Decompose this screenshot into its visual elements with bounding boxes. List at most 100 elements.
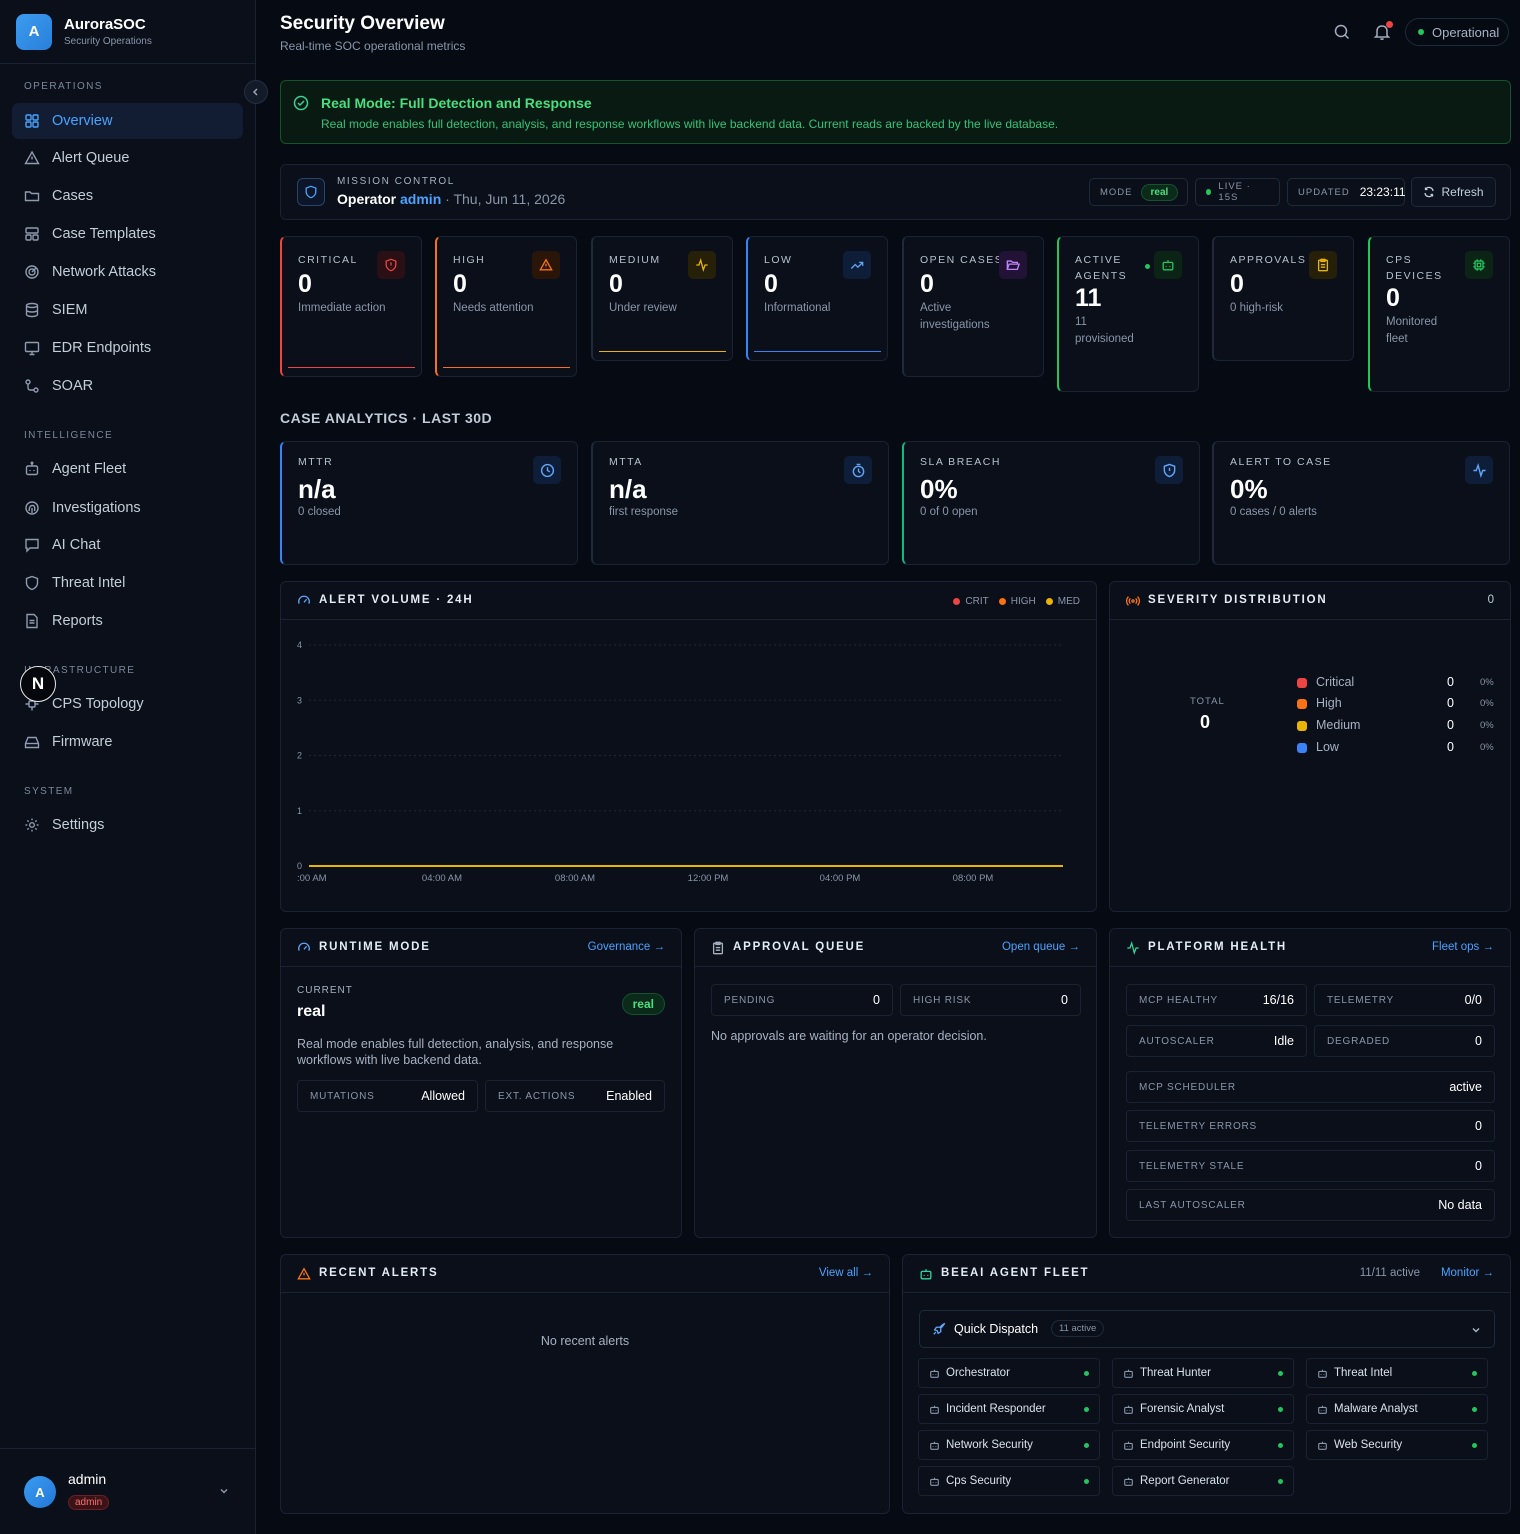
sidebar-item-ai-chat[interactable]: AI Chat <box>12 527 243 563</box>
mode-label: MODE <box>1100 186 1133 198</box>
analytics-value: 0% <box>920 474 958 504</box>
user-menu[interactable]: A admin admin <box>0 1448 256 1534</box>
severity-name: High <box>1316 696 1342 710</box>
agent-item-report-generator[interactable]: Report Generator <box>1112 1466 1294 1496</box>
sidebar-item-reports[interactable]: Reports <box>12 603 243 639</box>
bot-icon <box>1124 1369 1133 1378</box>
agent-item-threat-intel[interactable]: Threat Intel <box>1306 1358 1488 1388</box>
current-label: CURRENT <box>297 985 353 996</box>
kv-value: 16/16 <box>1262 993 1294 1007</box>
monitor-icon <box>24 341 40 356</box>
sidebar-item-investigations[interactable]: Investigations <box>12 490 243 526</box>
stat-card-medium[interactable]: MEDIUM 0 Under review <box>591 236 733 361</box>
agent-item-threat-hunter[interactable]: Threat Hunter <box>1112 1358 1294 1388</box>
sidebar-item-soar[interactable]: SOAR <box>12 368 243 404</box>
analytics-card-sla-breach[interactable]: SLA BREACH 0% 0 of 0 open <box>902 441 1200 565</box>
y-tick-label: 4 <box>297 640 302 650</box>
stat-card-approvals[interactable]: APPROVALS 0 0 high-risk <box>1212 236 1354 361</box>
chevron-down-icon <box>1472 1327 1480 1333</box>
sidebar-item-label: Network Attacks <box>52 264 156 280</box>
kv-value: 0/0 <box>1464 993 1482 1007</box>
collapse-sidebar-button[interactable] <box>244 80 268 104</box>
folder-open-icon <box>999 251 1027 279</box>
kv-value: 0 <box>873 993 880 1007</box>
stat-label: ACTIVE AGENTS <box>1075 254 1128 282</box>
stat-card-critical[interactable]: CRITICAL 0 Immediate action <box>280 236 422 377</box>
view-all-link[interactable]: View all → <box>819 1267 873 1279</box>
analytics-card-alert-to-case[interactable]: ALERT TO CASE 0% 0 cases / 0 alerts <box>1212 441 1510 565</box>
analytics-card-mttr[interactable]: MTTR n/a 0 closed <box>280 441 578 565</box>
sidebar-item-case-templates[interactable]: Case Templates <box>12 216 243 252</box>
x-tick-label: 04:00 PM <box>820 873 861 884</box>
sidebar-item-label: Case Templates <box>52 226 156 242</box>
fleet-ops-link[interactable]: Fleet ops → <box>1432 941 1494 953</box>
stat-value: 0 <box>920 270 934 298</box>
stat-accent-bar <box>288 366 415 368</box>
sidebar-item-agent-fleet[interactable]: Agent Fleet <box>12 451 243 487</box>
kv-value: No data <box>1438 1198 1482 1212</box>
analytics-label: MTTA <box>609 456 643 468</box>
agents-live-dot <box>1145 264 1150 269</box>
stat-value: 0 <box>609 270 623 298</box>
agent-name: Network Security <box>946 1439 1033 1451</box>
panel-header: ALERT VOLUME · 24H CRIT HIGH MED <box>281 582 1096 620</box>
sidebar-item-edr-endpoints[interactable]: EDR Endpoints <box>12 330 243 366</box>
stat-card-open-cases[interactable]: OPEN CASES 0 Active investigations <box>902 236 1044 377</box>
agent-item-malware-analyst[interactable]: Malware Analyst <box>1306 1394 1488 1424</box>
mode-description: Real mode enables full detection, analys… <box>297 1037 614 1067</box>
stat-card-high[interactable]: HIGH 0 Needs attention <box>435 236 577 377</box>
sidebar: A AuroraSOC Security Operations OPERATIO… <box>0 0 256 1534</box>
stat-desc: 0 high-risk <box>1230 302 1284 314</box>
sidebar-item-siem[interactable]: SIEM <box>12 292 243 328</box>
stat-accent-bar <box>599 350 726 352</box>
sidebar-item-cases[interactable]: Cases <box>12 178 243 214</box>
dev-overlay-badge[interactable]: N <box>20 666 56 702</box>
sidebar-item-network-attacks[interactable]: Network Attacks <box>12 254 243 290</box>
agent-item-network-security[interactable]: Network Security <box>918 1430 1100 1460</box>
chevron-down-icon[interactable] <box>218 1485 230 1497</box>
agent-name: Report Generator <box>1140 1475 1230 1487</box>
system-status-badge[interactable]: Operational <box>1405 18 1509 46</box>
severity-row-high: High 0 0% <box>1297 696 1497 712</box>
mcp-scheduler-field: MCP SCHEDULER active <box>1126 1071 1495 1103</box>
sidebar-item-settings[interactable]: Settings <box>12 807 243 843</box>
brand[interactable]: A AuroraSOC Security Operations <box>0 0 255 64</box>
fingerprint-icon <box>25 501 39 515</box>
agent-status-dot <box>1472 1371 1477 1376</box>
agent-status-dot <box>1278 1479 1283 1484</box>
refresh-button[interactable]: Refresh <box>1411 177 1496 207</box>
monitor-link[interactable]: Monitor → <box>1441 1267 1494 1279</box>
agent-item-incident-responder[interactable]: Incident Responder <box>918 1394 1100 1424</box>
approval-empty-text: No approvals are waiting for an operator… <box>711 1029 987 1043</box>
sidebar-item-alert-queue[interactable]: Alert Queue <box>12 140 243 176</box>
sidebar-item-threat-intel[interactable]: Threat Intel <box>12 565 243 601</box>
kv-label: MCP SCHEDULER <box>1139 1081 1236 1093</box>
mutations-field: MUTATIONS Allowed <box>297 1080 478 1112</box>
sidebar-item-overview[interactable]: Overview <box>12 103 243 139</box>
x-tick-label: 12:00 PM <box>688 873 729 884</box>
quick-dispatch-dropdown[interactable]: Quick Dispatch 11 active <box>919 1310 1495 1348</box>
ext-actions-field: EXT. ACTIONS Enabled <box>485 1080 665 1112</box>
sidebar-item-firmware[interactable]: Firmware <box>12 724 243 760</box>
mcp-healthy-field: MCP HEALTHY 16/16 <box>1126 984 1307 1016</box>
pending-field: PENDING 0 <box>711 984 893 1016</box>
stat-card-cps-devices[interactable]: CPS DEVICES 0 Monitored fleet <box>1368 236 1510 392</box>
agent-name: Malware Analyst <box>1334 1403 1418 1415</box>
agent-item-orchestrator[interactable]: Orchestrator <box>918 1358 1100 1388</box>
agent-item-cps-security[interactable]: Cps Security <box>918 1466 1100 1496</box>
stat-card-low[interactable]: LOW 0 Informational <box>746 236 888 361</box>
user-role-badge: admin <box>68 1495 110 1510</box>
agent-item-endpoint-security[interactable]: Endpoint Security <box>1112 1430 1294 1460</box>
legend-label: CRIT <box>965 596 989 607</box>
analytics-card-mtta[interactable]: MTTA n/a first response <box>591 441 889 565</box>
kv-label: AUTOSCALER <box>1139 1035 1215 1047</box>
brand-name: AuroraSOC <box>64 16 146 33</box>
agent-name: Incident Responder <box>946 1403 1046 1415</box>
bot-icon <box>1124 1405 1133 1414</box>
open-queue-link[interactable]: Open queue → <box>1002 941 1080 953</box>
search-icon[interactable] <box>1332 22 1352 42</box>
agent-item-web-security[interactable]: Web Security <box>1306 1430 1488 1460</box>
governance-link[interactable]: Governance → <box>588 941 665 953</box>
agent-item-forensic-analyst[interactable]: Forensic Analyst <box>1112 1394 1294 1424</box>
stat-card-active-agents[interactable]: ACTIVE AGENTS 11 11 provisioned <box>1057 236 1199 392</box>
